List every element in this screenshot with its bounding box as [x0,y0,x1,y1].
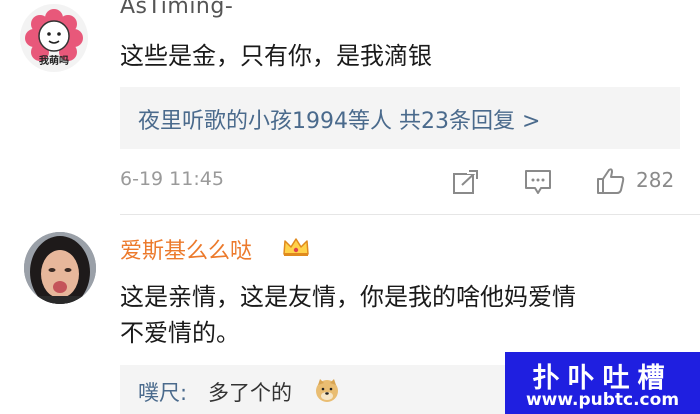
avatar[interactable]: 我萌吗 [20,4,88,72]
reply-text: 多了个的 [208,381,292,405]
avatar-caption: 我萌吗 [39,56,69,67]
username[interactable]: AsTiming- [120,0,233,19]
comment-date: 6-19 11:45 [120,168,224,190]
divider [120,214,700,215]
comment-icon[interactable] [524,169,552,195]
share-icon[interactable] [452,169,480,195]
crown-icon [283,238,309,256]
like-icon[interactable] [596,167,626,195]
reply-summary-link[interactable]: 夜里听歌的小孩1994等人 共23条回复 > [138,103,540,135]
avatar[interactable] [24,232,96,304]
like-count: 282 [636,168,675,192]
comment-text-line: 不爱情的。 [120,319,240,347]
username[interactable]: 爱斯基么么哒 [120,233,252,265]
reply-summary-box[interactable]: 夜里听歌的小孩1994等人 共23条回复 > [120,87,680,149]
doge-icon [316,379,338,402]
user-photo-icon [24,232,96,304]
reply-username[interactable]: 噗尺: [138,377,187,407]
watermark-url: www.pubtc.com [525,390,680,410]
comment-text-line: 这是亲情，这是友情，你是我的啥他妈爱情 [120,283,576,311]
comment-text: 这些是金，只有你，是我滴银 [120,42,432,70]
watermark: 扑卟吐槽 www.pubtc.com [505,352,700,414]
